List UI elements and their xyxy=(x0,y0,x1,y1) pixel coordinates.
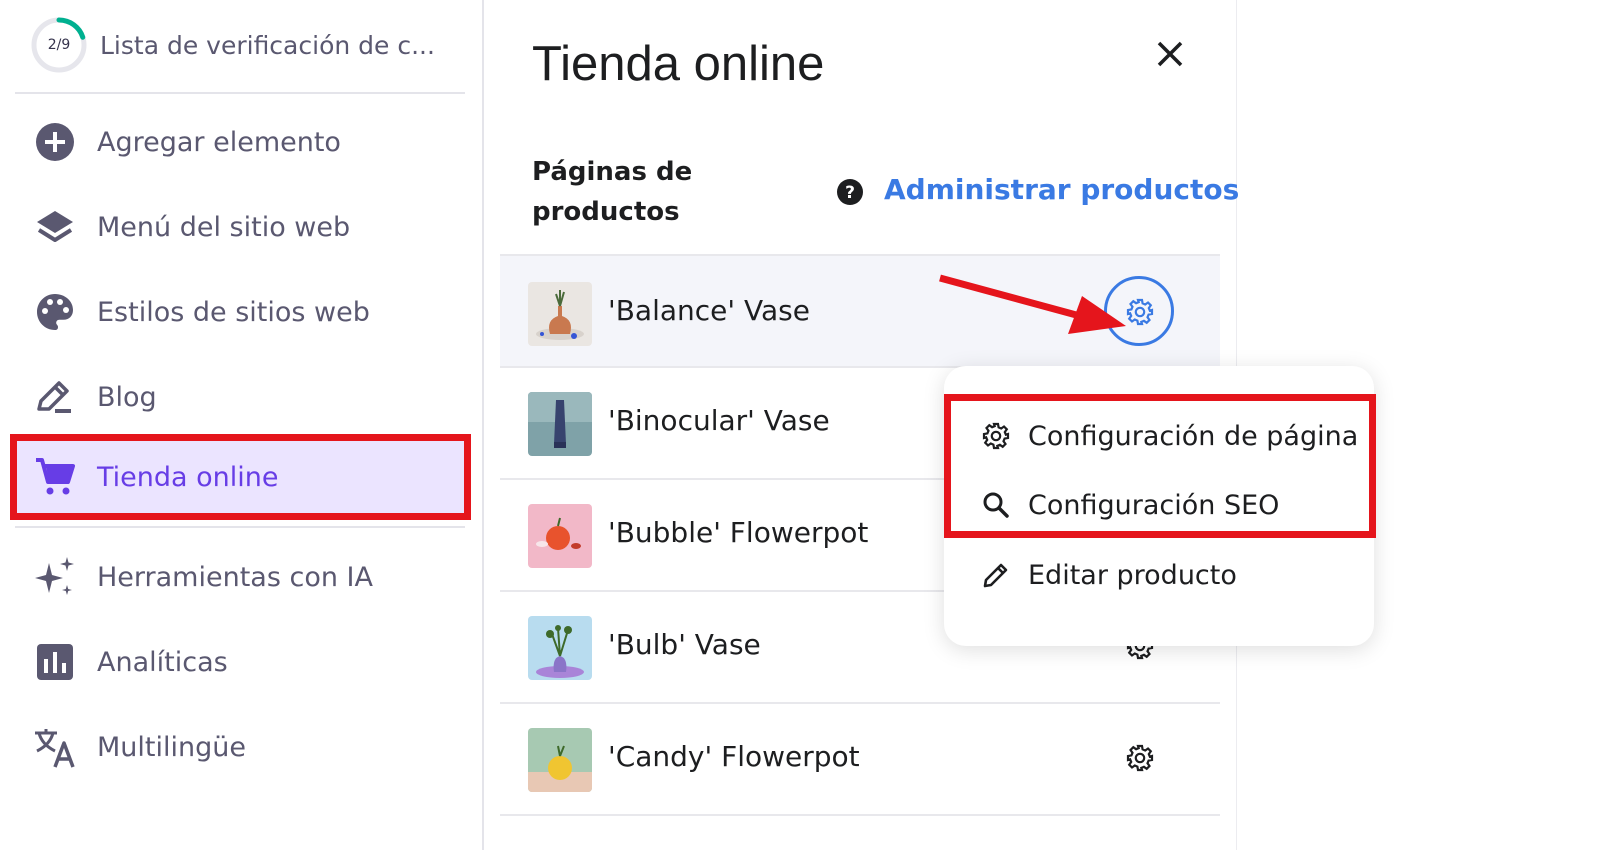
pencil-icon xyxy=(980,559,1012,591)
section-label: Páginas de productos xyxy=(532,157,693,227)
product-thumbnail xyxy=(528,392,592,456)
product-thumbnail xyxy=(528,282,592,346)
product-thumbnail xyxy=(528,728,592,792)
divider xyxy=(15,526,465,528)
product-thumbnail xyxy=(528,616,592,680)
product-name: 'Binocular' Vase xyxy=(608,404,830,437)
progress-ring: 2/9 xyxy=(30,16,88,74)
divider xyxy=(15,92,465,94)
panel-title: Tienda online xyxy=(532,37,825,91)
product-name: 'Bulb' Vase xyxy=(608,628,761,661)
highlight-box xyxy=(944,394,1376,538)
plus-circle-icon xyxy=(33,120,77,164)
palette-icon xyxy=(33,290,77,334)
sidebar-item-label: Menú del sitio web xyxy=(97,211,351,243)
sidebar-item-website-styles[interactable]: Estilos de sitios web xyxy=(15,273,465,351)
product-name: 'Candy' Flowerpot xyxy=(608,740,860,773)
sidebar-item-website-menu[interactable]: Menú del sitio web xyxy=(15,188,465,266)
product-name: 'Balance' Vase xyxy=(608,294,810,327)
close-icon xyxy=(1157,41,1183,67)
product-row[interactable]: 'Candy' Flowerpot xyxy=(500,702,1220,816)
sparkles-icon xyxy=(33,555,77,599)
sidebar-item-add-element[interactable]: Agregar elemento xyxy=(15,103,465,181)
checklist-header[interactable]: 2/9 Lista de verificación de c... xyxy=(30,14,470,76)
sidebar-item-label: Herramientas con IA xyxy=(97,561,373,593)
layers-icon xyxy=(33,205,77,249)
sidebar-item-label: Analíticas xyxy=(97,646,228,678)
svg-text:?: ? xyxy=(845,183,855,203)
sidebar-item-ai-tools[interactable]: Herramientas con IA xyxy=(15,538,465,616)
bar-chart-icon xyxy=(33,640,77,684)
sidebar-item-label: Estilos de sitios web xyxy=(97,296,370,328)
translate-icon xyxy=(33,725,77,769)
highlight-box xyxy=(10,434,471,520)
gear-icon xyxy=(1126,744,1154,772)
manage-products-link[interactable]: Administrar productos xyxy=(884,173,1239,206)
sidebar-item-blog[interactable]: Blog xyxy=(15,358,465,436)
help-icon[interactable]: ? xyxy=(836,178,864,206)
sidebar-item-multilingual[interactable]: Multilingüe xyxy=(15,708,465,786)
product-name: 'Bubble' Flowerpot xyxy=(608,516,869,549)
menu-item-edit-product[interactable]: Editar producto xyxy=(944,544,1374,606)
product-settings-button[interactable] xyxy=(1122,740,1158,776)
edit-pen-icon xyxy=(33,375,77,419)
sidebar-item-label: Blog xyxy=(97,381,157,413)
close-button[interactable] xyxy=(1150,34,1190,74)
menu-item-label: Editar producto xyxy=(1028,559,1237,591)
sidebar-item-label: Multilingüe xyxy=(97,731,246,763)
red-arrow-annotation xyxy=(939,274,1126,334)
checklist-title: Lista de verificación de c... xyxy=(100,30,435,60)
product-thumbnail xyxy=(528,504,592,568)
sidebar-item-analytics[interactable]: Analíticas xyxy=(15,623,465,701)
sidebar-item-label: Agregar elemento xyxy=(97,126,341,158)
sidebar: 2/9 Lista de verificación de c... Agrega… xyxy=(0,0,484,850)
progress-text: 2/9 xyxy=(47,37,71,53)
